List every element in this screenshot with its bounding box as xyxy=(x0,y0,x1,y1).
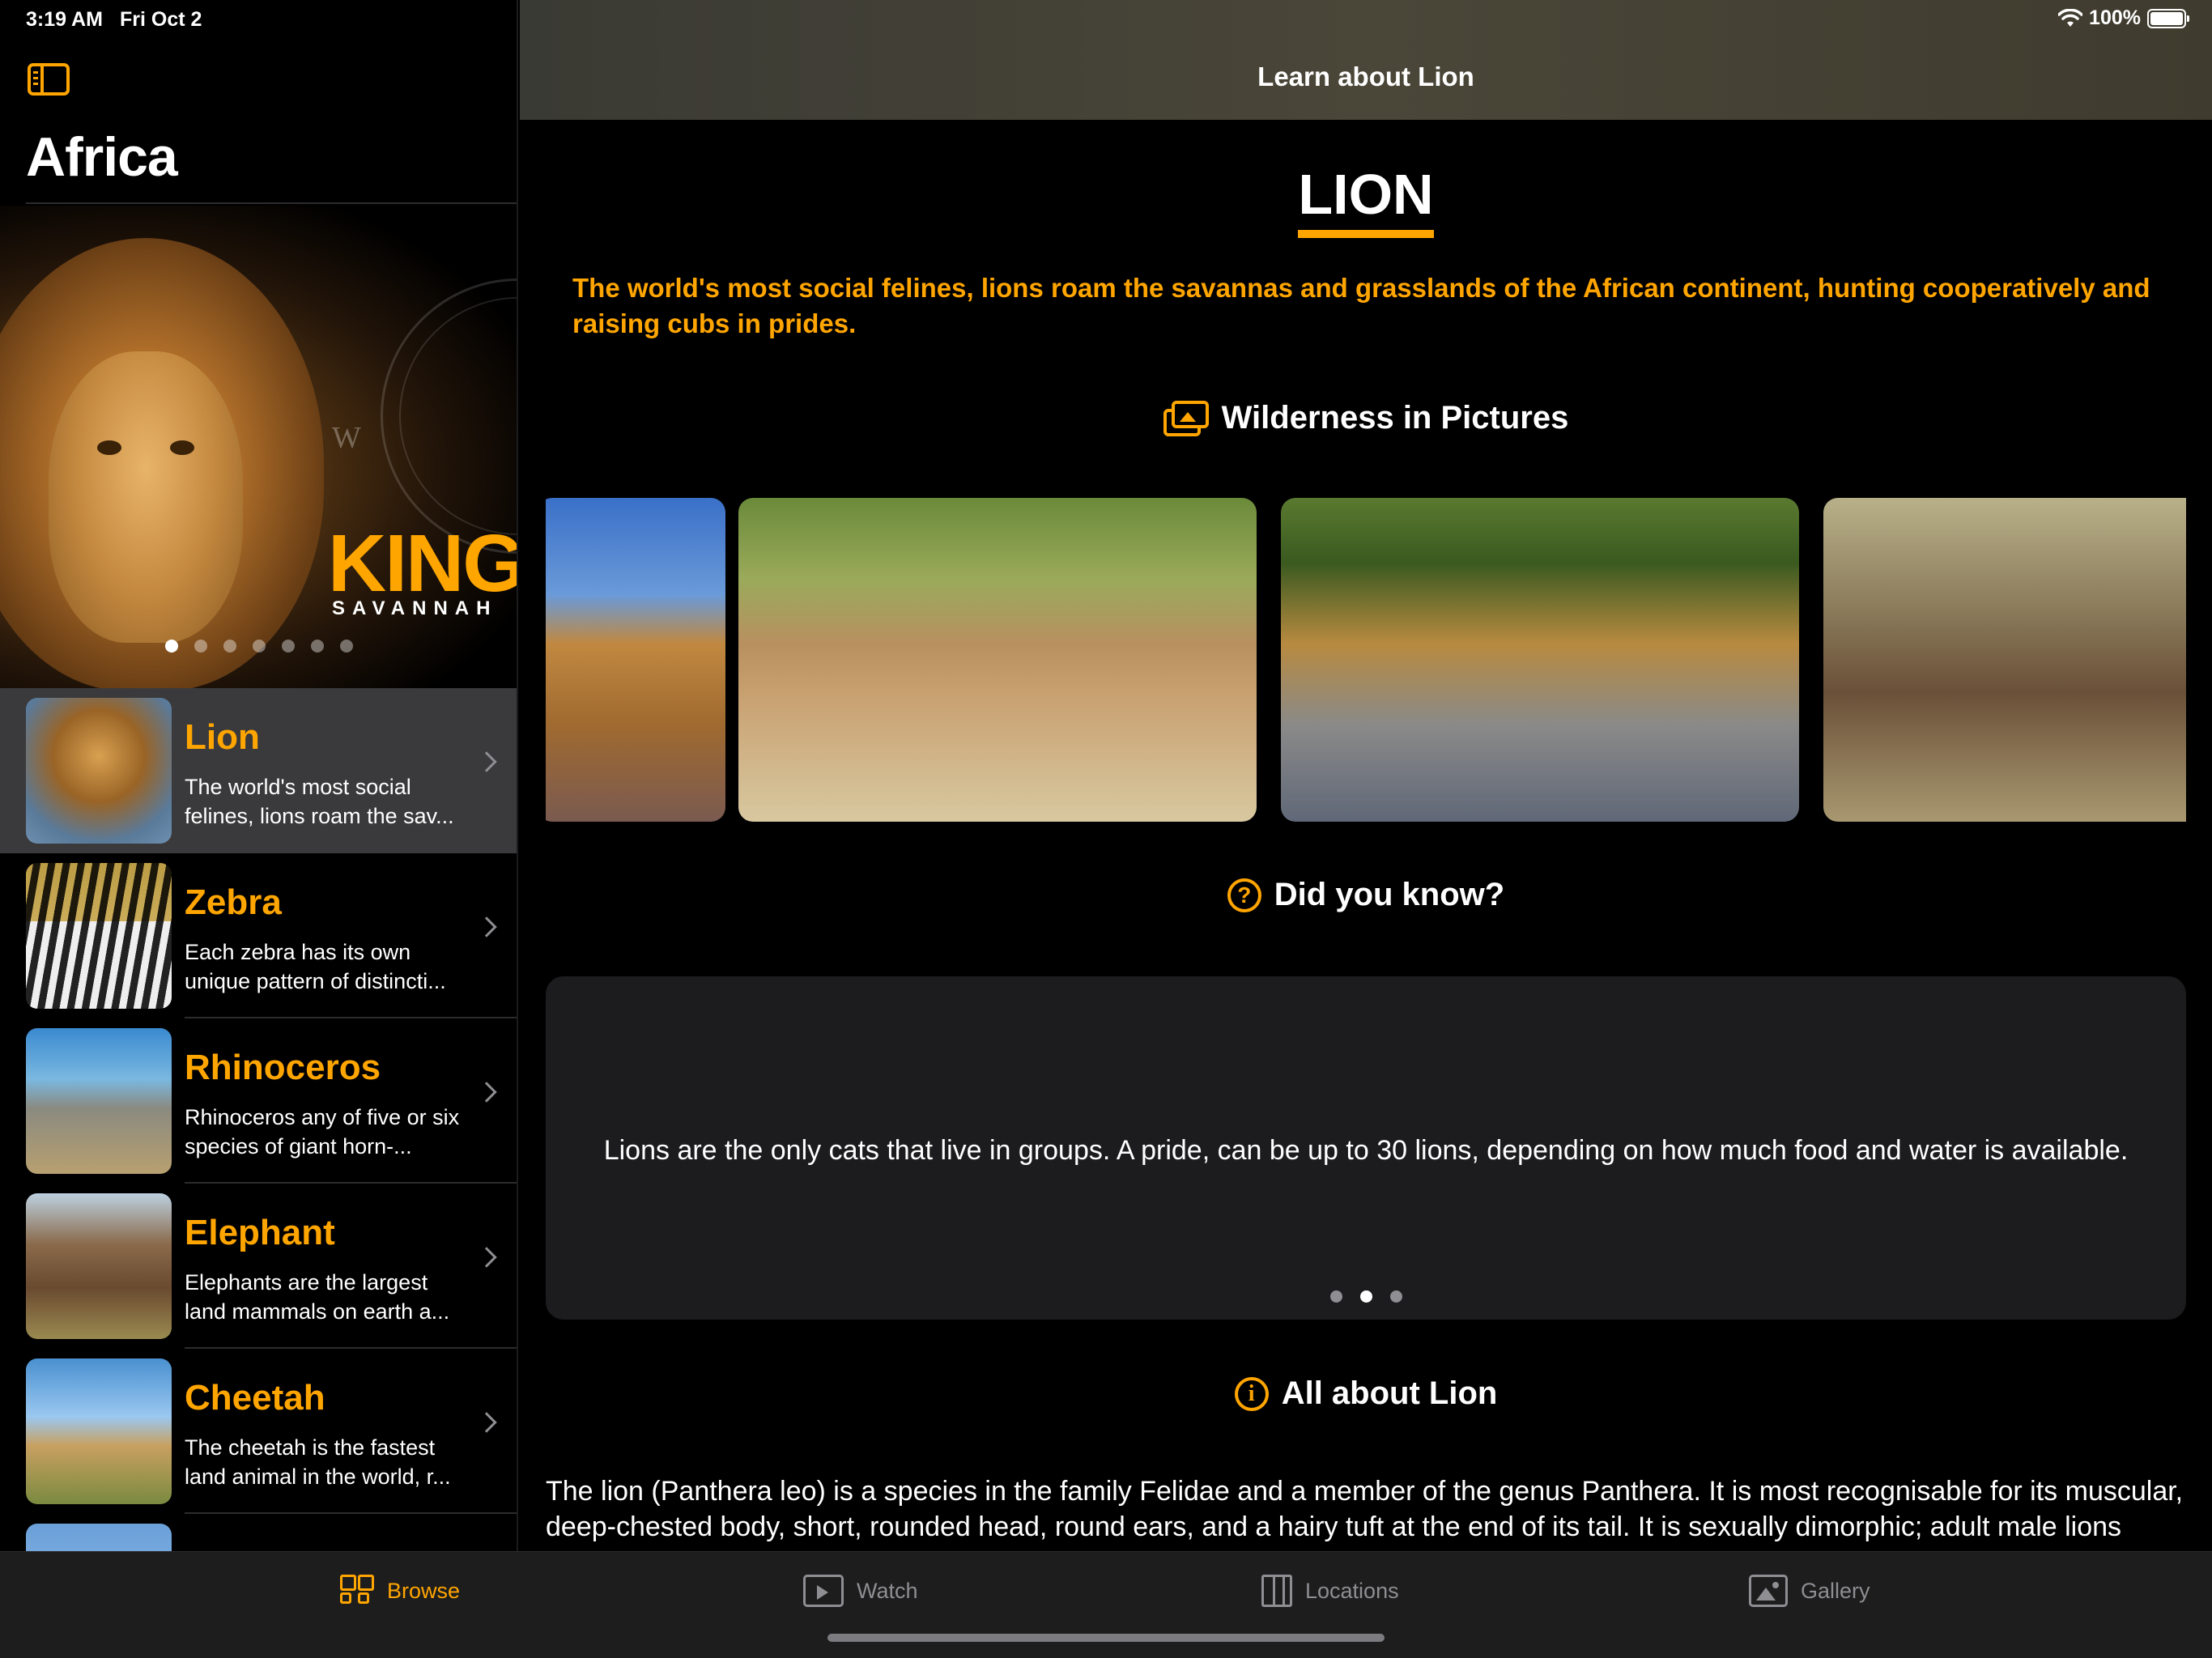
giraffe-thumbnail xyxy=(26,1524,172,1551)
fact-text: Lions are the only cats that live in gro… xyxy=(603,1135,2129,1166)
page-dot[interactable] xyxy=(340,640,353,653)
hero-subline: SAVANNAH xyxy=(332,597,498,619)
did-you-know-heading: ? Did you know? xyxy=(520,877,2212,913)
page-dot[interactable] xyxy=(282,640,295,653)
list-item-rhinoceros[interactable]: Rhinoceros Rhinoceros any of five or six… xyxy=(0,1018,517,1184)
gallery-photo[interactable] xyxy=(546,498,725,822)
about-heading: i All about Lion xyxy=(520,1375,2212,1412)
hero-page-dots[interactable] xyxy=(165,640,353,653)
elephant-thumbnail xyxy=(26,1193,172,1339)
page-dot[interactable] xyxy=(1389,1290,1402,1303)
tab-browse[interactable]: Browse xyxy=(340,1575,460,1607)
page-dot[interactable] xyxy=(1329,1290,1342,1303)
page-dot[interactable] xyxy=(223,640,236,653)
list-item-desc: Each zebra has its own unique pattern of… xyxy=(185,940,446,993)
rhinoceros-thumbnail xyxy=(26,1028,172,1174)
grid-icon xyxy=(340,1575,374,1607)
list-item-title: Lion xyxy=(185,717,260,757)
list-item-elephant[interactable]: Elephant Elephants are the largest land … xyxy=(0,1184,517,1349)
zebra-thumbnail xyxy=(26,863,172,1009)
sidebar-title: Africa xyxy=(26,126,178,188)
list-item-desc: Rhinoceros any of five or six species of… xyxy=(185,1105,460,1158)
list-item-desc: The cheetah is the fastest land animal i… xyxy=(185,1435,451,1489)
chevron-right-icon xyxy=(476,1082,497,1103)
fact-card[interactable]: Lions are the only cats that live in gro… xyxy=(546,976,2186,1320)
page-dot[interactable] xyxy=(253,640,266,653)
detail-content[interactable]: LION The world's most social felines, li… xyxy=(520,120,2212,1551)
list-item-title: Rhinoceros xyxy=(185,1048,381,1087)
divider xyxy=(26,202,517,204)
page-dot[interactable] xyxy=(165,640,178,653)
sidebar: Africa W KING SAVANNAH Lion The world's … xyxy=(0,0,518,1551)
page-dot[interactable] xyxy=(1359,1290,1372,1303)
list-item-zebra[interactable]: Zebra Each zebra has its own unique patt… xyxy=(0,853,517,1018)
map-icon xyxy=(1261,1575,1292,1607)
status-right: 100% xyxy=(2058,6,2189,30)
page-dot[interactable] xyxy=(311,640,324,653)
list-item-lion[interactable]: Lion The world's most social felines, li… xyxy=(0,688,517,853)
nav-title: Learn about Lion xyxy=(1257,62,1474,91)
lion-thumbnail xyxy=(26,698,172,844)
wifi-icon xyxy=(2058,8,2083,27)
list-item-title: Cheetah xyxy=(185,1378,325,1418)
hero-headline: KING xyxy=(328,518,518,609)
lion-face-image xyxy=(49,351,243,643)
photo-icon xyxy=(1749,1575,1788,1607)
play-icon xyxy=(803,1575,844,1607)
status-bar: 3:19 AM Fri Oct 2 100% xyxy=(0,0,2212,39)
animal-list: Lion The world's most social felines, li… xyxy=(0,688,517,1551)
gallery-heading: Wilderness in Pictures xyxy=(520,400,2212,436)
detail-pane: Learn about Lion LION The world's most s… xyxy=(520,0,2212,1551)
compass-letter: W xyxy=(332,421,361,455)
photo-gallery[interactable] xyxy=(546,498,2186,822)
list-item-cheetah[interactable]: Cheetah The cheetah is the fastest land … xyxy=(0,1349,517,1514)
status-date: Fri Oct 2 xyxy=(120,8,202,31)
list-item-desc: Elephants are the largest land mammals o… xyxy=(185,1270,450,1324)
gallery-photo[interactable] xyxy=(1281,498,1799,822)
list-item-title: Elephant xyxy=(185,1213,335,1252)
intro-text: The world's most social felines, lions r… xyxy=(572,273,2150,338)
chevron-right-icon xyxy=(476,1412,497,1433)
chevron-right-icon xyxy=(476,916,497,937)
chevron-right-icon xyxy=(476,751,497,772)
photos-icon xyxy=(1163,400,1209,436)
cheetah-thumbnail xyxy=(26,1358,172,1504)
battery-icon xyxy=(2147,8,2189,28)
tab-bar: Browse Watch Locations Gallery xyxy=(0,1551,2212,1658)
about-text: The lion (Panthera leo) is a species in … xyxy=(546,1476,2184,1542)
tab-gallery[interactable]: Gallery xyxy=(1749,1575,1870,1607)
fact-page-dots[interactable] xyxy=(546,1290,2186,1303)
tab-watch[interactable]: Watch xyxy=(803,1575,918,1607)
compass-graphic xyxy=(381,278,517,554)
list-item-partial[interactable] xyxy=(0,1514,517,1551)
home-indicator[interactable] xyxy=(827,1634,1385,1642)
question-icon: ? xyxy=(1227,878,1261,912)
sidebar-toggle-icon[interactable] xyxy=(28,63,70,96)
page-dot[interactable] xyxy=(194,640,207,653)
battery-percent: 100% xyxy=(2089,6,2141,29)
list-item-desc: The world's most social felines, lions r… xyxy=(185,775,454,828)
list-item-title: Zebra xyxy=(185,882,282,922)
hero-carousel[interactable]: W KING SAVANNAH xyxy=(0,206,518,688)
gallery-photo[interactable] xyxy=(738,498,1257,822)
page-title: LION xyxy=(520,162,2212,238)
gallery-photo[interactable] xyxy=(1823,498,2186,822)
chevron-right-icon xyxy=(476,1247,497,1268)
info-icon: i xyxy=(1234,1376,1269,1411)
tab-locations[interactable]: Locations xyxy=(1261,1575,1399,1607)
status-time: 3:19 AM xyxy=(26,8,103,31)
